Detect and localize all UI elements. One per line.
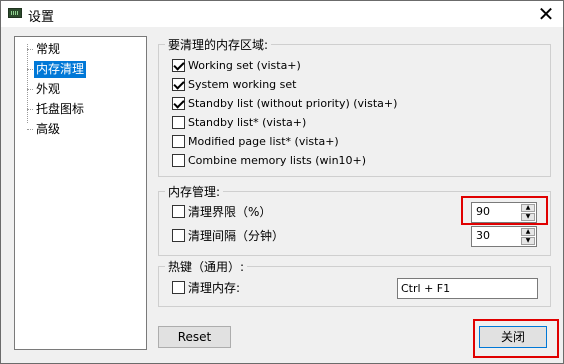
memory-management-title: 内存管理: — [165, 183, 224, 200]
tree-connector — [27, 69, 33, 70]
tree-item-general[interactable]: 常规 — [34, 41, 62, 58]
checkbox-system-working-set[interactable] — [172, 78, 185, 91]
highlight-clean-limit — [461, 196, 548, 225]
clean-limit-label: 清理界限（%） — [188, 205, 272, 219]
checkbox-standby-list-no-priority[interactable] — [172, 97, 185, 110]
tree-item-appearance[interactable]: 外观 — [34, 81, 62, 98]
option-label: System working set — [188, 78, 297, 91]
tree-item-memory-clean[interactable]: 内存清理 — [34, 61, 87, 78]
settings-window: 设置 ✕ 常规 内存清理 外观 托盘图标 高级 要清理的内存区域: Workin… — [0, 0, 564, 364]
settings-nav-tree: 常规 内存清理 外观 托盘图标 高级 — [14, 36, 147, 350]
tree-item-tray-icon[interactable]: 托盘图标 — [34, 101, 86, 118]
app-memory-icon — [8, 8, 22, 18]
hotkey-group: 热键（通用）: 清理内存: Ctrl + F1 — [158, 258, 551, 307]
title-bar: 设置 ✕ — [1, 1, 563, 27]
checkbox-hotkey-clean[interactable] — [172, 281, 185, 294]
tree-connector — [27, 109, 33, 110]
hotkey-input[interactable]: Ctrl + F1 — [397, 278, 538, 299]
option-label: Standby list (without priority) (vista+) — [188, 97, 398, 110]
tree-connector — [27, 44, 28, 123]
checkbox-clean-interval[interactable] — [172, 229, 185, 242]
tree-item-advanced[interactable]: 高级 — [34, 121, 62, 138]
option-label: Combine memory lists (win10+) — [188, 154, 367, 167]
highlight-close-button — [473, 319, 559, 358]
hotkey-title: 热键（通用）: — [165, 258, 248, 275]
tree-connector — [27, 89, 33, 90]
spin-down-icon[interactable]: ▼ — [521, 237, 535, 245]
option-label: Working set (vista+) — [188, 59, 301, 72]
checkbox-standby-list[interactable] — [172, 116, 185, 129]
checkbox-combine-memory-lists[interactable] — [172, 154, 185, 167]
memory-regions-group: 要清理的内存区域: Working set (vista+) System wo… — [158, 36, 551, 177]
spin-up-icon[interactable]: ▲ — [521, 228, 535, 236]
tree-connector — [27, 49, 33, 50]
option-label: Modified page list* (vista+) — [188, 135, 339, 148]
tree-connector — [27, 129, 33, 130]
reset-button[interactable]: Reset — [158, 326, 231, 348]
clean-interval-spinner[interactable]: 30 ▲ ▼ — [471, 226, 537, 247]
memory-regions-title: 要清理的内存区域: — [165, 36, 272, 53]
checkbox-clean-limit[interactable] — [172, 205, 185, 218]
clean-interval-value[interactable]: 30 — [476, 229, 490, 242]
checkbox-modified-page-list[interactable] — [172, 135, 185, 148]
hotkey-label: 清理内存: — [188, 281, 241, 295]
checkbox-working-set[interactable] — [172, 59, 185, 72]
close-window-icon[interactable]: ✕ — [533, 1, 559, 27]
window-title: 设置 — [28, 10, 55, 25]
spinner-buttons: ▲ ▼ — [521, 228, 535, 245]
option-label: Standby list* (vista+) — [188, 116, 307, 129]
clean-interval-label: 清理间隔（分钟） — [188, 229, 285, 243]
